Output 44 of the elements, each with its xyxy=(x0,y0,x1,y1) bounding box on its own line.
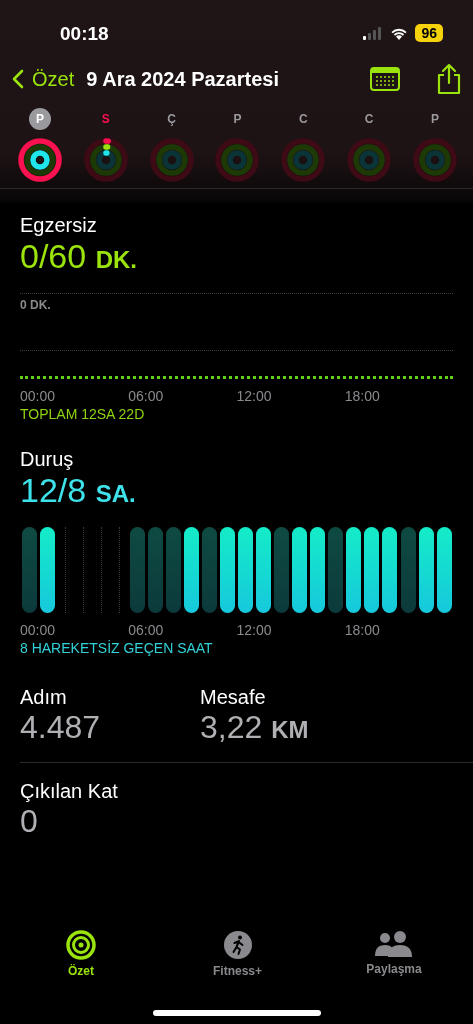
people-icon xyxy=(374,930,414,958)
summary-text: 8 HAREKETSİZ GEÇEN SAAT xyxy=(20,639,214,657)
day-letter[interactable]: P xyxy=(226,108,249,130)
chevron-left-icon xyxy=(12,69,24,89)
exercise-value: 0/60 DK. xyxy=(20,237,138,277)
axis-label: 12:00 xyxy=(236,621,273,639)
calendar-button[interactable] xyxy=(369,66,401,92)
tab-button[interactable]: Fitness+ xyxy=(182,930,293,978)
stat-value: 3,22 KM xyxy=(200,709,310,747)
signal-icon xyxy=(363,26,384,40)
share-icon xyxy=(435,63,463,95)
tab-button[interactable]: Paylaşma xyxy=(339,930,449,978)
day-letter[interactable]: C xyxy=(292,108,315,130)
wifi-icon xyxy=(390,26,409,40)
axis-label: 18:00 xyxy=(344,387,381,405)
stat-value: 0 xyxy=(20,803,39,839)
rings-icon xyxy=(66,930,96,960)
battery-indicator: 96 xyxy=(415,24,443,42)
axis-label: 06:00 xyxy=(128,621,165,639)
stat-label: Çıkılan Kat xyxy=(20,779,119,803)
stand-value: 12/8 SA. xyxy=(20,471,137,511)
axis-label: 18:00 xyxy=(344,621,381,639)
axis-label: 12:00 xyxy=(236,387,273,405)
stat-value: 4.487 xyxy=(20,709,102,745)
status-time: 00:18 xyxy=(60,22,109,46)
share-button[interactable] xyxy=(435,63,463,95)
runner-icon xyxy=(222,930,253,960)
axis-label: 00:00 xyxy=(20,387,57,405)
stat-label: Mesafe xyxy=(200,685,267,709)
back-button[interactable]: Özet xyxy=(10,67,77,91)
section-title: Duruş xyxy=(20,447,75,471)
stat-label: Adım xyxy=(20,685,68,709)
day-letter[interactable]: S xyxy=(94,108,117,130)
summary-text: TOPLAM 12SA 22D xyxy=(20,405,146,423)
day-letter[interactable]: C xyxy=(358,108,381,130)
section-title: Egzersiz xyxy=(20,213,98,237)
date-title: 9 Ara 2024 Pazartesi xyxy=(86,67,280,91)
axis-label: 06:00 xyxy=(128,387,165,405)
day-letter[interactable]: P xyxy=(423,108,446,130)
axis-label: 00:00 xyxy=(20,621,57,639)
calendar-icon xyxy=(369,66,401,92)
day-letter[interactable]: Ç xyxy=(160,108,183,130)
scale-label: 0 DK. xyxy=(20,298,52,312)
tab-button[interactable]: Özet xyxy=(26,930,136,978)
